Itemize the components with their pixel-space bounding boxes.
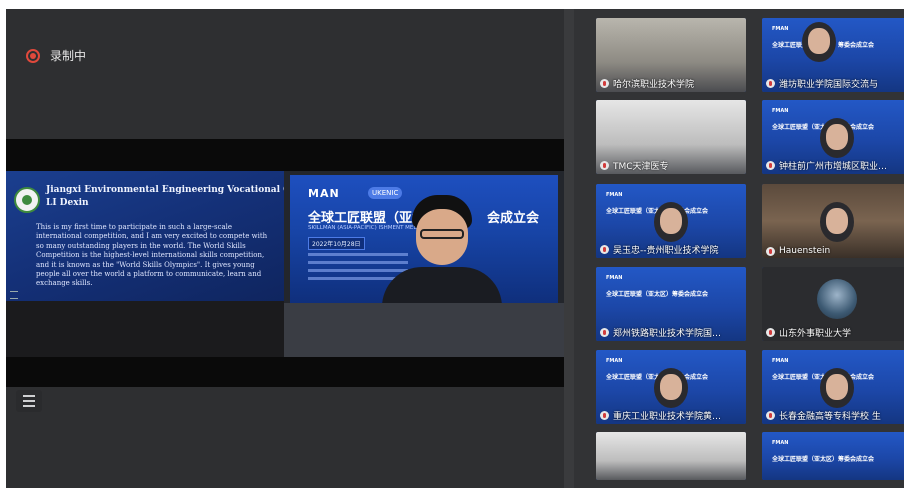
tile-brand: FMAN xyxy=(772,26,789,32)
record-icon xyxy=(26,48,40,63)
recording-indicator[interactable]: 录制中 xyxy=(26,47,86,64)
mic-muted-icon xyxy=(766,246,775,256)
tile-slide-title: 全球工匠联盟（亚太区）筹委会成立会 xyxy=(772,456,875,463)
mic-muted-icon xyxy=(600,245,609,254)
speaker-video[interactable]: MAN UKENIC 全球工匠联盟（亚太 会成立会 SKILLMAN (ASIA-… xyxy=(284,171,564,357)
video-floor xyxy=(284,303,564,357)
tile-brand: FMAN xyxy=(606,358,623,364)
participant-name: TMC天津医专 xyxy=(613,162,669,172)
participant-name: 郑州铁路职业技术学院国… xyxy=(613,329,722,339)
participant-tile[interactable]: FMAN全球工匠联盟（亚太区）筹委会成立会吴玉忠--贵州职业技术学院 xyxy=(596,184,746,258)
recording-label: 录制中 xyxy=(50,49,87,63)
mic-muted-icon xyxy=(766,79,775,88)
meeting-window: 录制中 Jiangxi Environmental Engineering Vo… xyxy=(6,9,904,488)
glasses-icon xyxy=(420,229,464,239)
slide-speaker-name: LI Dexin xyxy=(46,198,89,208)
participant-face xyxy=(826,124,848,150)
speaker-person xyxy=(382,195,502,307)
tile-brand: FMAN xyxy=(606,192,623,198)
brand-logo: MAN xyxy=(308,187,340,200)
participant-video xyxy=(596,432,746,480)
tile-slide-title: 全球工匠联盟（亚太区）筹委会成立会 xyxy=(606,291,709,298)
participant-label: 重庆工业职业技术学院黄… xyxy=(600,409,721,422)
mic-muted-icon xyxy=(766,161,775,170)
slide-paragraph: This is my first time to participate in … xyxy=(36,223,268,288)
participant-name: 重庆工业职业技术学院黄… xyxy=(613,412,722,422)
participant-name: 钟柱前广州市增城区职业… xyxy=(779,162,888,172)
tile-brand: FMAN xyxy=(606,275,623,281)
participant-grid: 哈尔滨职业技术学院FMAN全球工匠联盟（亚太区）筹委会成立会潍坊职业学院国际交流… xyxy=(574,9,904,488)
participant-face xyxy=(660,208,682,234)
participant-name: Hauenstein xyxy=(779,246,831,256)
participant-tile[interactable] xyxy=(596,432,746,480)
participant-face xyxy=(660,374,682,400)
participant-face xyxy=(826,208,848,234)
participant-label: 山东外事职业大学 xyxy=(766,326,851,339)
screen-share: Jiangxi Environmental Engineering Vocati… xyxy=(6,139,564,387)
participant-tile[interactable]: TMC天津医专 xyxy=(596,100,746,174)
participant-tile[interactable]: 哈尔滨职业技术学院 xyxy=(596,18,746,92)
tile-brand: FMAN xyxy=(772,440,789,446)
participant-label: TMC天津医专 xyxy=(600,159,669,172)
menu-icon[interactable] xyxy=(10,291,18,299)
mic-muted-icon xyxy=(766,328,775,337)
participant-name: 潍坊职业学院国际交流与 xyxy=(779,80,879,90)
slide-title: Jiangxi Environmental Engineering Vocati… xyxy=(46,185,321,195)
shared-slide: Jiangxi Environmental Engineering Vocati… xyxy=(6,171,321,301)
participant-tile[interactable]: FMAN全球工匠联盟（亚太区）筹委会成立会重庆工业职业技术学院黄… xyxy=(596,350,746,424)
participant-face xyxy=(808,28,830,54)
participant-tile[interactable]: 山东外事职业大学 xyxy=(762,267,904,341)
avatar xyxy=(817,279,857,319)
participant-tile[interactable]: FMAN 全球工匠联盟（亚太区）筹委会成立会 xyxy=(762,432,904,480)
mic-muted-icon xyxy=(600,79,609,88)
mic-muted-icon xyxy=(600,411,609,420)
tile-brand: FMAN xyxy=(772,358,789,364)
tile-brand: FMAN xyxy=(772,108,789,114)
participant-tile[interactable]: FMAN 全球工匠联盟（亚太区）筹委会成立会郑州铁路职业技术学院国… xyxy=(596,267,746,341)
participant-label: 钟柱前广州市增城区职业… xyxy=(766,159,887,172)
panel-divider[interactable] xyxy=(564,9,574,488)
participant-name: 山东外事职业大学 xyxy=(779,329,852,339)
participant-tile[interactable]: FMAN全球工匠联盟（亚太区）筹委会成立会钟柱前广州市增城区职业… xyxy=(762,100,904,174)
participant-label: 潍坊职业学院国际交流与 xyxy=(766,77,878,90)
participant-tile[interactable]: Hauenstein xyxy=(762,184,904,258)
mic-muted-icon xyxy=(600,328,609,337)
participant-tile[interactable]: FMAN全球工匠联盟（亚太区）筹委会成立会潍坊职业学院国际交流与 xyxy=(762,18,904,92)
mic-muted-icon xyxy=(600,161,609,170)
participant-label: 长春金融高等专科学校 生 xyxy=(766,409,881,422)
participant-label: 哈尔滨职业技术学院 xyxy=(600,77,694,90)
main-stage: 录制中 Jiangxi Environmental Engineering Vo… xyxy=(6,9,564,488)
participant-name: 吴玉忠--贵州职业技术学院 xyxy=(613,246,719,256)
participant-label: 吴玉忠--贵州职业技术学院 xyxy=(600,243,719,256)
participant-name: 哈尔滨职业技术学院 xyxy=(613,80,695,90)
participant-label: 郑州铁路职业技术学院国… xyxy=(600,326,721,339)
participant-face xyxy=(826,374,848,400)
date-pill: 2022年10月28日 xyxy=(308,237,365,250)
layout-menu-button[interactable] xyxy=(16,390,42,412)
participant-label: Hauenstein xyxy=(766,246,830,256)
participant-tile[interactable]: FMAN全球工匠联盟（亚太区）筹委会成立会长春金融高等专科学校 生 xyxy=(762,350,904,424)
mic-muted-icon xyxy=(766,411,775,420)
college-logo-icon xyxy=(14,187,40,213)
shared-content: Jiangxi Environmental Engineering Vocati… xyxy=(6,171,564,357)
participant-name: 长春金融高等专科学校 生 xyxy=(779,412,881,422)
